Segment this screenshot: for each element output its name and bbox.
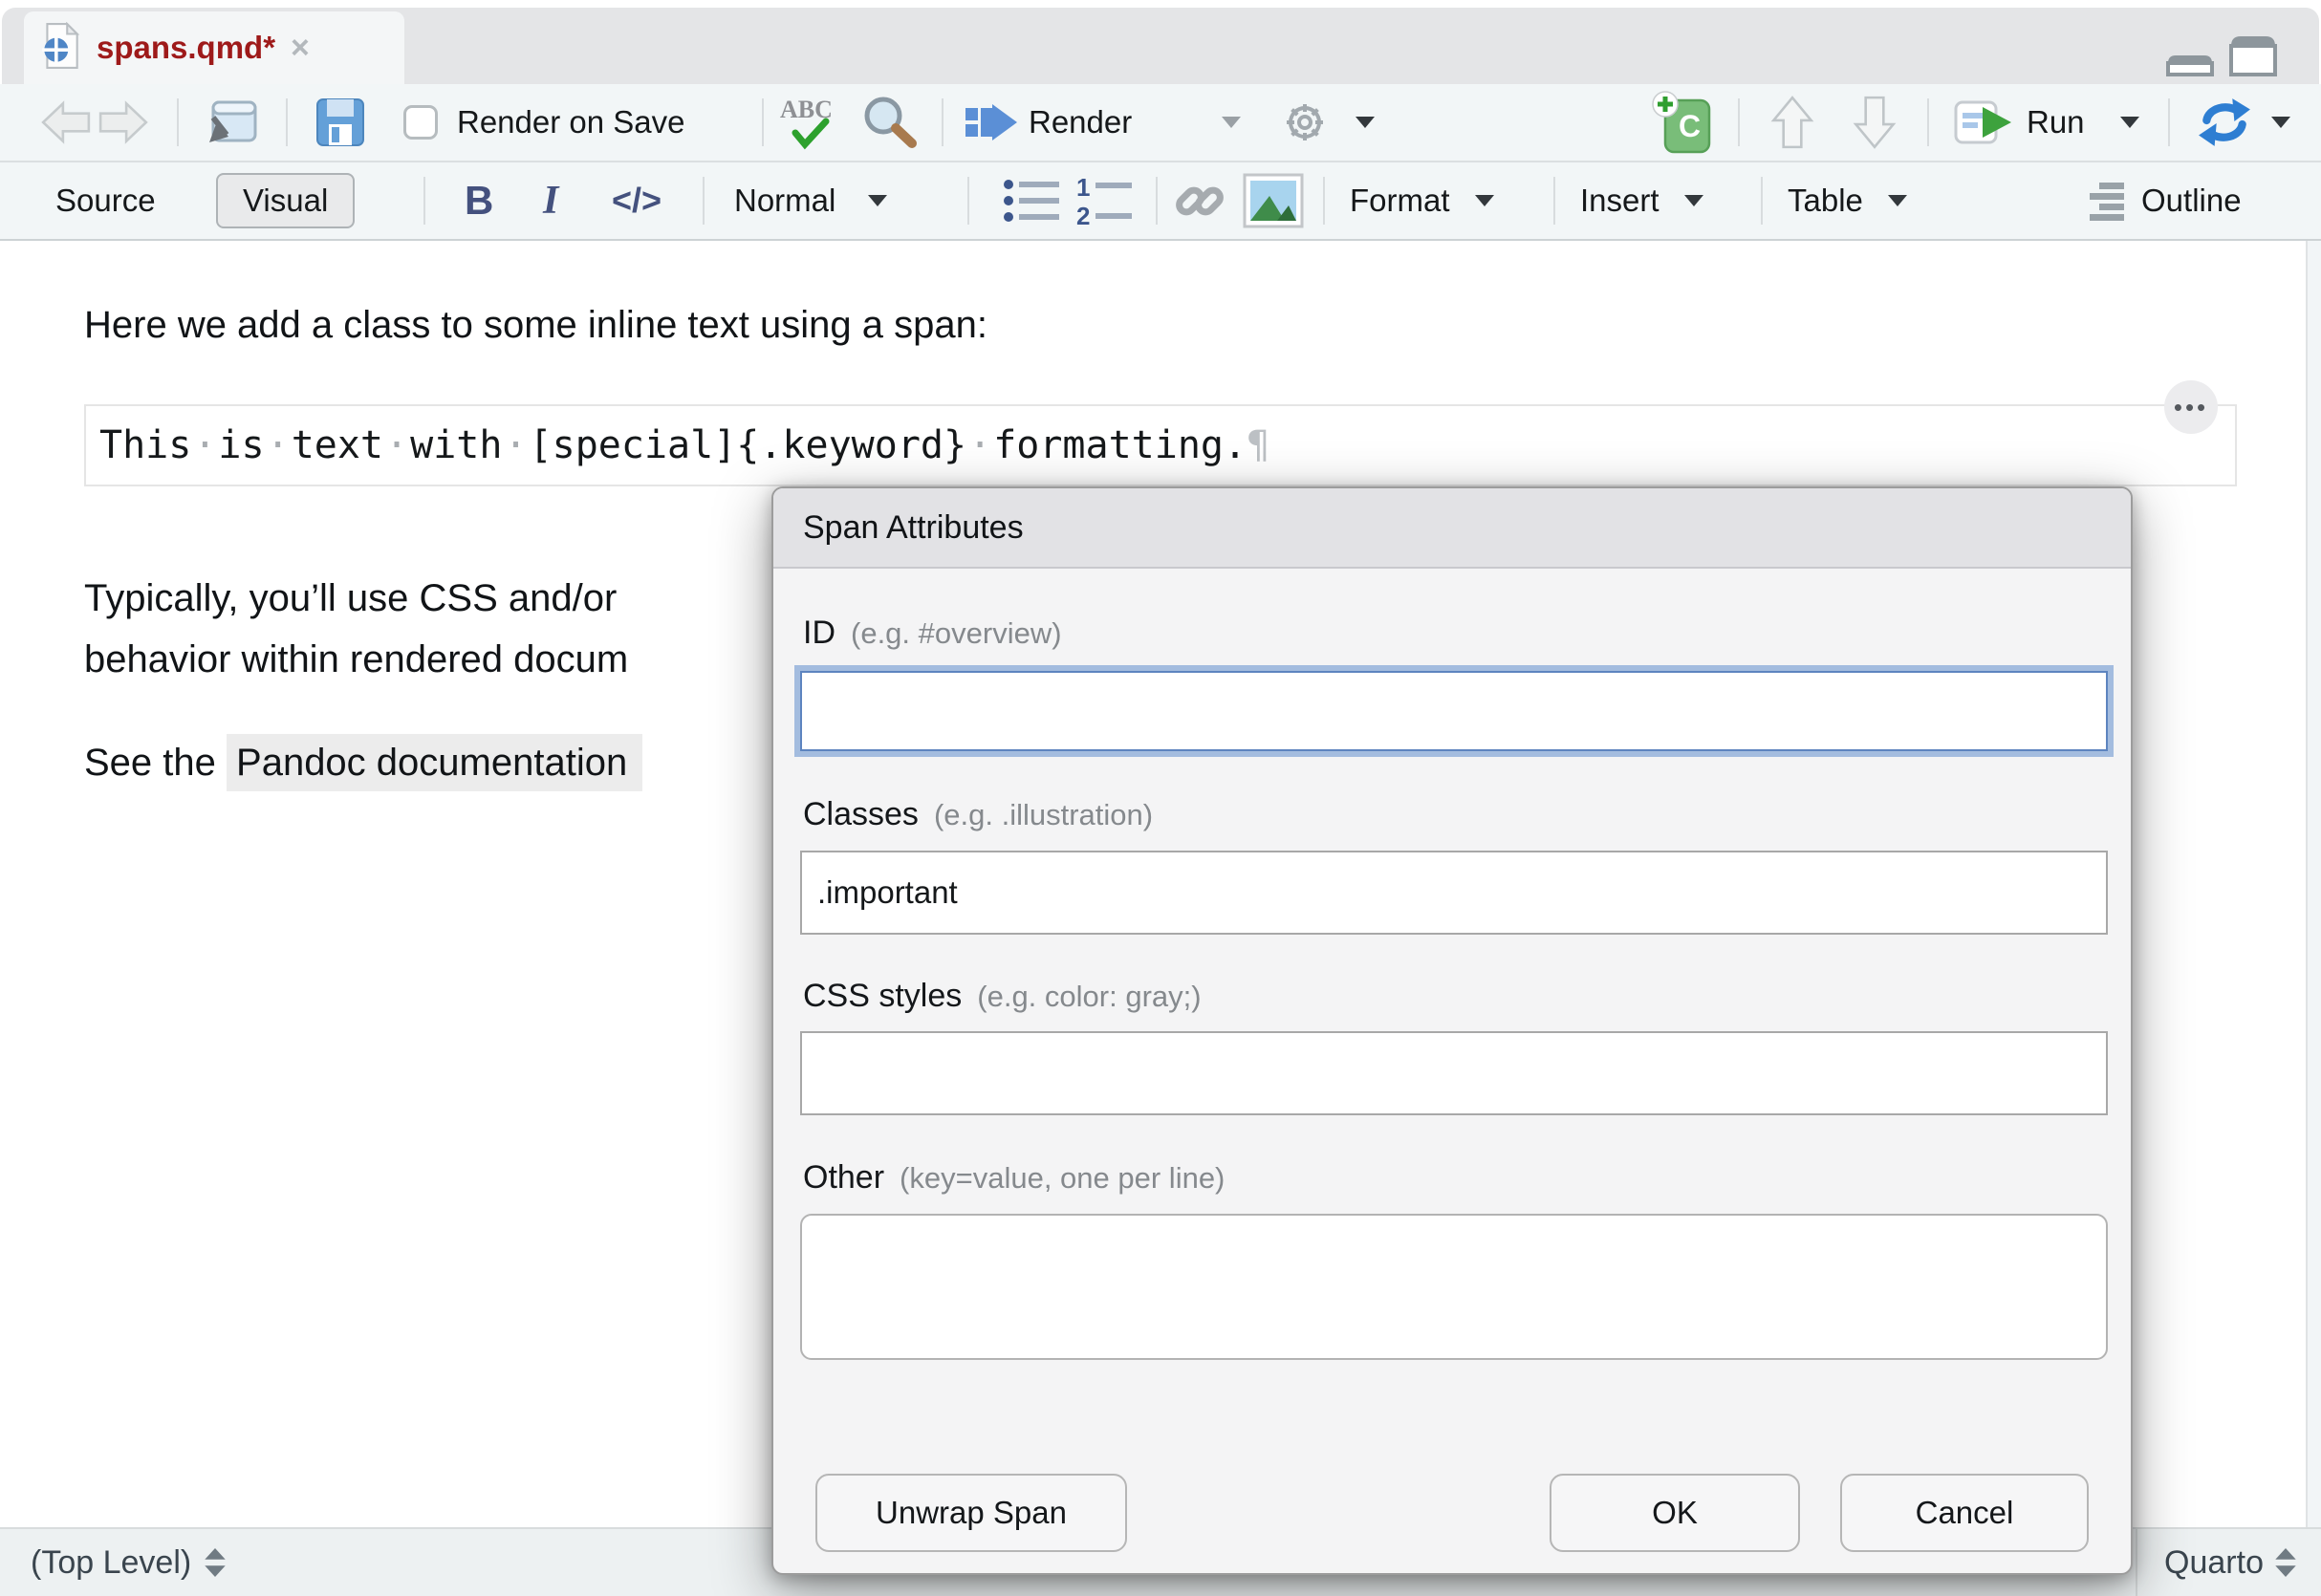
numbered-list-icon[interactable]: 12 [1074,173,1134,228]
render-on-save-label: Render on Save [457,104,685,140]
up-down-icon [2275,1548,2296,1577]
insert-chunk-icon[interactable]: C [1652,91,1713,154]
render-label: Render [1029,104,1132,140]
find-icon[interactable] [860,95,920,150]
other-textarea[interactable] [800,1214,2108,1360]
image-icon[interactable] [1243,173,1304,228]
up-down-icon [205,1548,226,1577]
css-styles-input[interactable] [800,1031,2108,1115]
minimize-pane-icon[interactable] [2166,54,2214,76]
run-options-caret[interactable] [2120,117,2139,128]
forward-icon[interactable] [98,100,149,144]
gear-icon[interactable] [1279,97,1331,148]
table-menu[interactable]: Table [1788,183,1907,219]
link-icon[interactable] [1172,173,1227,228]
scope-selector[interactable]: (Top Level) [31,1529,226,1596]
source-mode-button[interactable]: Source [55,183,156,219]
tab-title: spans.qmd* [97,30,275,66]
gear-options-caret[interactable] [1356,117,1375,128]
render-on-save-checkbox[interactable] [403,105,438,140]
paragraph-style-dropdown[interactable]: Normal [734,183,887,219]
pandoc-documentation-link[interactable]: Pandoc documentation [227,734,642,791]
save-icon[interactable] [315,97,365,147]
cancel-button[interactable]: Cancel [1840,1474,2089,1552]
rerun-icon[interactable] [2197,97,2252,148]
run-label: Run [2027,104,2085,140]
svg-text:C: C [1679,109,1701,143]
back-icon[interactable] [40,100,92,144]
ok-button[interactable]: OK [1550,1474,1800,1552]
bulleted-list-icon[interactable] [1002,173,1061,228]
primary-toolbar: Render on Save ABC Render C [0,84,2321,162]
body-paragraph: Typically, you’ll use CSS and/or behavio… [84,568,628,690]
span-attributes-dialog: Span Attributes ID (e.g. #overview) Clas… [771,486,2133,1575]
dialog-title[interactable]: Span Attributes [773,488,2131,569]
visual-mode-button[interactable]: Visual [216,173,355,228]
unwrap-span-button[interactable]: Unwrap Span [815,1474,1127,1552]
intro-paragraph: Here we add a class to some inline text … [84,304,987,347]
bold-button[interactable]: B [465,178,493,224]
code-line-text: This·is·text·with·[special]{.keyword}·fo… [86,423,1269,467]
svg-text:1: 1 [1076,173,1090,202]
code-block[interactable]: This·is·text·with·[special]{.keyword}·fo… [84,404,2237,486]
classes-label-row: Classes (e.g. .illustration) [803,796,1153,833]
open-in-new-window-icon[interactable] [204,98,259,146]
block-options-ellipsis-icon[interactable]: ••• [2164,380,2218,434]
format-menu[interactable]: Format [1350,183,1494,219]
run-button[interactable]: Run [1954,97,2085,148]
go-to-previous-chunk-icon[interactable] [1768,94,1816,151]
svg-text:2: 2 [1076,202,1090,228]
tab-close-icon[interactable]: × [291,32,310,64]
insert-menu[interactable]: Insert [1580,183,1703,219]
css-styles-label-row: CSS styles (e.g. color: gray;) [803,978,1202,1015]
render-options-caret[interactable] [1222,117,1241,128]
editor-scrollbar[interactable] [2306,241,2321,1527]
quarto-file-icon [41,22,81,75]
other-label-row: Other (key=value, one per line) [803,1159,1225,1197]
document-format-selector[interactable]: Quarto [2136,1529,2321,1596]
maximize-pane-icon[interactable] [2229,34,2277,76]
render-button[interactable]: Render [964,98,1132,146]
italic-button[interactable]: I [543,178,558,224]
code-button[interactable]: </> [612,181,662,221]
id-input[interactable] [800,671,2108,751]
spellcheck-icon[interactable]: ABC [778,93,843,152]
see-also-paragraph: See the Pandoc documentation [84,742,642,785]
tab-spans-qmd[interactable]: spans.qmd* × [24,11,404,84]
format-toolbar: Source Visual B I </> Normal 12 [0,162,2321,241]
classes-input[interactable] [800,851,2108,935]
outline-toggle[interactable]: Outline [2088,181,2242,221]
rerun-options-caret[interactable] [2271,117,2290,128]
rstudio-source-pane: spans.qmd* × Render on Save AB [0,0,2321,1596]
tab-strip: spans.qmd* × [2,8,2319,84]
go-to-next-chunk-icon[interactable] [1851,94,1898,151]
id-label-row: ID (e.g. #overview) [803,615,1062,652]
outline-icon [2088,181,2132,221]
